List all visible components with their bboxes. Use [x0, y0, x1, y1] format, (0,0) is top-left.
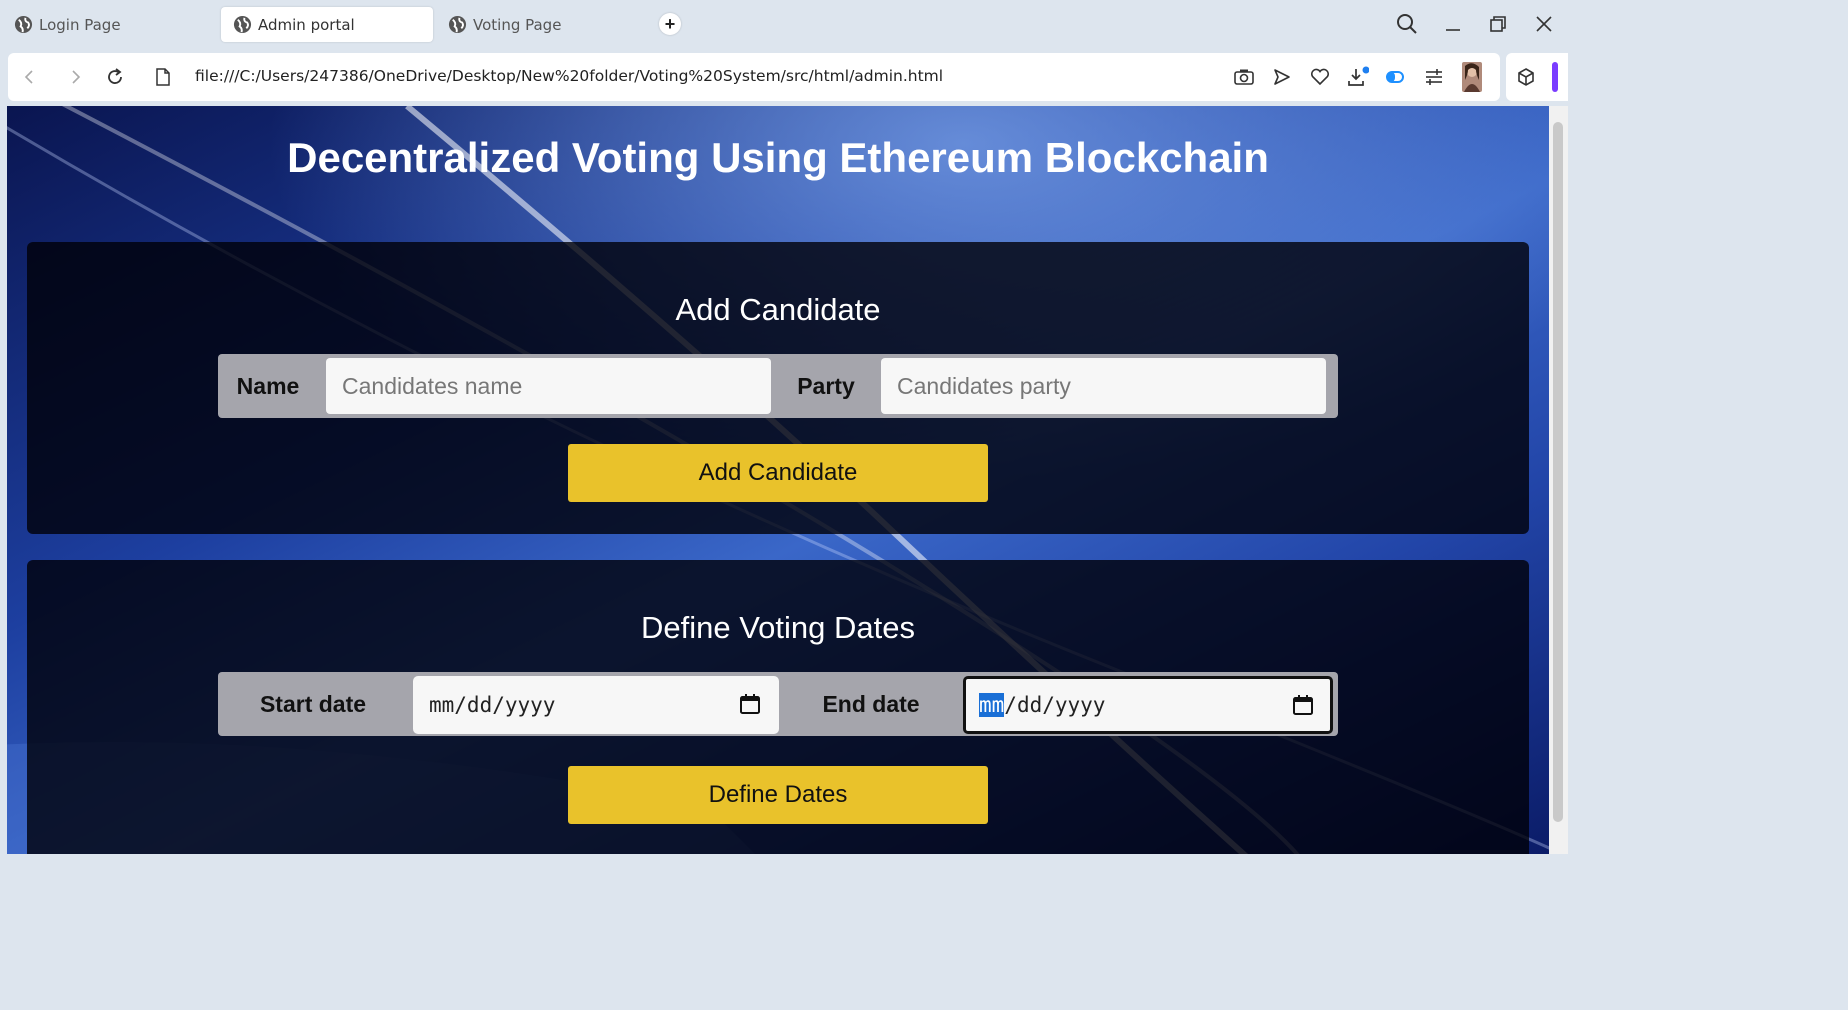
search-tabs-icon[interactable] — [1395, 12, 1419, 36]
calendar-icon[interactable] — [739, 693, 761, 715]
tab-login-page[interactable]: Login Page — [2, 7, 212, 42]
new-tab-button[interactable]: + — [659, 13, 681, 35]
sidebar-toggle-indicator[interactable] — [1552, 62, 1558, 92]
tab-label: Admin portal — [258, 15, 355, 34]
tab-label: Login Page — [39, 15, 121, 34]
start-date-input[interactable]: mm/dd/yyyy — [413, 676, 779, 734]
end-date-month-segment[interactable]: mm — [979, 693, 1005, 717]
name-label: Name — [236, 372, 300, 399]
voting-dates-card: Define Voting Dates Start date mm/dd/yyy… — [27, 560, 1529, 854]
file-icon — [151, 65, 175, 89]
camera-icon[interactable] — [1233, 66, 1255, 88]
voting-dates-heading: Define Voting Dates — [640, 610, 915, 645]
add-candidate-card: Add Candidate Name Party Add Candidate — [27, 242, 1529, 534]
candidate-fields-row: Name Party — [218, 354, 1338, 418]
extensions-cube-icon[interactable] — [1515, 66, 1537, 88]
tab-strip: Login Page Admin portal Voting Page + — [0, 0, 1568, 50]
tab-voting-page[interactable]: Voting Page — [436, 7, 646, 42]
scrollbar-thumb[interactable] — [1553, 122, 1563, 822]
end-date-value-rest: /dd/yyyy — [1004, 693, 1106, 717]
end-date-label: End date — [822, 690, 920, 717]
page-scrollbar[interactable] — [1549, 106, 1568, 854]
calendar-icon[interactable] — [1292, 694, 1314, 716]
forward-icon[interactable] — [63, 65, 87, 89]
extensions-toolbar — [1506, 53, 1568, 101]
start-date-label: Start date — [259, 690, 367, 717]
heart-icon[interactable] — [1309, 66, 1331, 88]
reload-icon[interactable] — [103, 65, 127, 89]
globe-icon — [14, 15, 33, 34]
battery-saver-icon[interactable] — [1385, 66, 1407, 88]
globe-icon — [233, 15, 252, 34]
page-title: Decentralized Voting Using Ethereum Bloc… — [287, 134, 1269, 181]
address-bar[interactable]: file:///C:/Users/247386/OneDrive/Desktop… — [195, 67, 943, 85]
download-icon[interactable] — [1347, 66, 1369, 88]
restore-icon[interactable] — [1486, 12, 1510, 36]
party-label: Party — [797, 372, 855, 399]
candidate-name-input[interactable] — [326, 358, 771, 414]
send-icon[interactable] — [1271, 66, 1293, 88]
add-candidate-heading: Add Candidate — [675, 292, 881, 327]
minimize-icon[interactable] — [1441, 12, 1465, 36]
profile-avatar[interactable] — [1461, 61, 1483, 93]
close-window-icon[interactable] — [1532, 12, 1556, 36]
address-toolbar: file:///C:/Users/247386/OneDrive/Desktop… — [8, 53, 1500, 101]
candidate-party-input[interactable] — [881, 358, 1326, 414]
back-icon[interactable] — [18, 65, 42, 89]
start-date-value: mm/dd/yyyy — [429, 693, 556, 717]
define-dates-button[interactable]: Define Dates — [568, 766, 988, 824]
settings-sliders-icon[interactable] — [1423, 66, 1445, 88]
end-date-input[interactable]: mm/dd/yyyy — [963, 676, 1333, 734]
add-candidate-button[interactable]: Add Candidate — [568, 444, 988, 502]
globe-icon — [448, 15, 467, 34]
tab-admin-portal[interactable]: Admin portal — [221, 7, 433, 42]
tab-label: Voting Page — [473, 15, 562, 34]
date-fields-row: Start date mm/dd/yyyy End date mm/dd/yyy… — [218, 672, 1338, 736]
page-viewport: Decentralized Voting Using Ethereum Bloc… — [7, 106, 1549, 854]
